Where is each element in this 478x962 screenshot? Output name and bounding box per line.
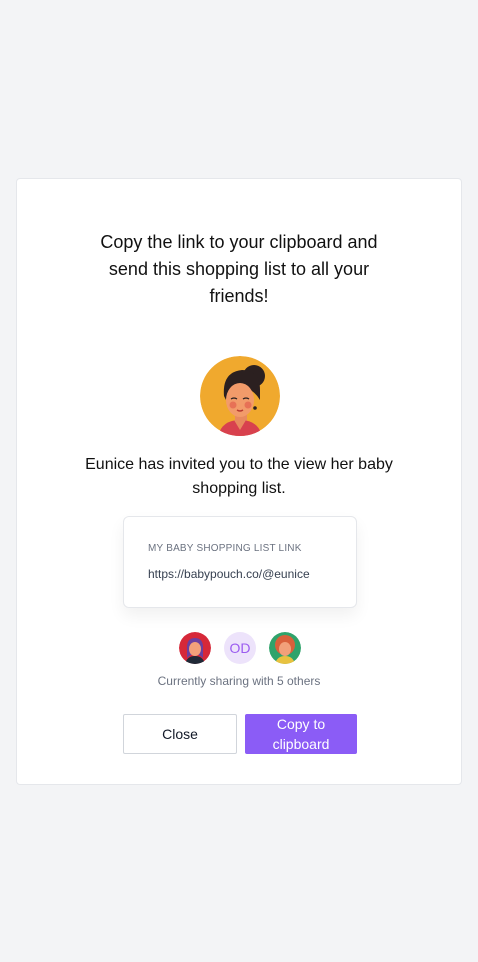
eunice-avatar xyxy=(200,356,280,436)
modal-headline: Copy the link to your clipboard and send… xyxy=(100,232,378,306)
share-link-url[interactable]: https://babypouch.co/@eunice xyxy=(148,567,310,581)
sharer-avatar-1 xyxy=(179,632,211,664)
invite-message: Eunice has invited you to the view her b… xyxy=(85,456,393,497)
share-link-box[interactable]: MY BABY SHOPPING LIST LINK https://babyp… xyxy=(123,516,357,608)
share-link-label: MY BABY SHOPPING LIST LINK xyxy=(148,543,302,554)
share-modal: Copy the link to your clipboard and send… xyxy=(16,178,462,785)
sharing-status: Currently sharing with 5 others xyxy=(157,674,321,688)
sharer-avatars: OD xyxy=(179,632,301,664)
sharer-avatar-initials: OD xyxy=(224,632,256,664)
sharer-avatar-3 xyxy=(269,632,301,664)
copy-to-clipboard-button[interactable]: Copy to clipboard xyxy=(245,714,357,754)
close-button[interactable]: Close xyxy=(123,714,237,754)
